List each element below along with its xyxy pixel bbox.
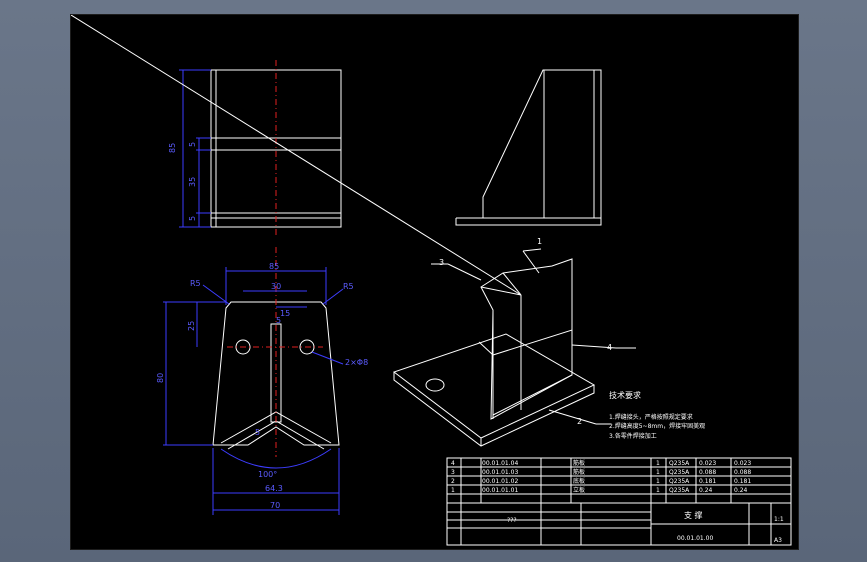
svg-text:00.01.01.01: 00.01.01.01 <box>482 487 518 494</box>
drawing-number: 00.01.01.00 <box>677 535 713 542</box>
svg-text:1: 1 <box>656 478 660 485</box>
svg-text:Q235A: Q235A <box>669 469 690 476</box>
title-block[interactable]: 4 00.01.01.04 筋板 1 Q235A 0.023 0.023 3 0… <box>446 457 792 546</box>
svg-text:0.023: 0.023 <box>734 460 751 467</box>
svg-text:立板: 立板 <box>573 486 585 494</box>
leader-1: 1 <box>537 237 542 246</box>
svg-text:0.023: 0.023 <box>699 460 716 467</box>
dim-slot: 5 <box>276 316 281 325</box>
dim-front-upper: 5 <box>188 142 197 147</box>
front-view-dimensions: 85 5 35 5 <box>168 69 211 228</box>
svg-text:Q235A: Q235A <box>669 487 690 494</box>
dim-angle: 100° <box>258 470 277 479</box>
dim-hole-offset: 15 <box>280 309 290 318</box>
svg-text:Q235A: Q235A <box>669 460 690 467</box>
svg-text:1: 1 <box>451 487 455 494</box>
side-view[interactable] <box>455 69 602 226</box>
dim-fillet-left: R5 <box>190 279 201 288</box>
technical-requirements: 技术要求 1.焊缝接头，严格按照规定要求 2.焊缝高度5~8mm，焊接牢固美观 … <box>609 390 705 440</box>
svg-text:4: 4 <box>451 460 455 467</box>
dim-fillet-right: R5 <box>343 282 354 291</box>
tech-item-2: 2.焊缝高度5~8mm，焊接牢固美观 <box>609 422 705 430</box>
svg-text:底板: 底板 <box>573 477 585 485</box>
plan-view[interactable] <box>212 247 340 457</box>
tech-item-3: 3.各零件焊接加工 <box>609 432 657 440</box>
dim-front-total: 85 <box>168 143 177 153</box>
svg-text:Q235A: Q235A <box>669 478 690 485</box>
svg-text:00.01.01.02: 00.01.01.02 <box>482 478 518 485</box>
dim-plan-height: 80 <box>156 373 165 383</box>
dim-front-mid: 35 <box>188 177 197 187</box>
svg-text:00.01.01.03: 00.01.01.03 <box>482 469 518 476</box>
leader-2: 2 <box>577 417 582 426</box>
dim-inner: 5 <box>255 428 260 437</box>
svg-text:2: 2 <box>451 478 455 485</box>
dim-plan-depth: 25 <box>187 321 196 331</box>
svg-text:筋板: 筋板 <box>573 468 585 476</box>
part-name: 支 撑 <box>684 510 703 520</box>
drawing-sheet[interactable]: 85 5 35 5 85 30 15 5 80 25 R5 R5 2×Φ8 10… <box>70 14 799 550</box>
svg-text:0.181: 0.181 <box>734 478 751 485</box>
leader-4: 4 <box>607 343 612 352</box>
svg-text:1: 1 <box>656 469 660 476</box>
dim-width-base: 70 <box>270 501 280 510</box>
svg-text:3: 3 <box>451 469 455 476</box>
dim-front-bottom: 5 <box>188 216 197 221</box>
dim-plan-inner: 30 <box>271 282 281 291</box>
svg-text:1: 1 <box>656 460 660 467</box>
sheet-size: A3 <box>774 537 782 544</box>
svg-text:00.01.01.04: 00.01.01.04 <box>482 460 518 467</box>
isometric-leaders: 1 2 3 4 <box>431 237 636 426</box>
leader-3: 3 <box>439 258 444 267</box>
svg-text:0.181: 0.181 <box>699 478 716 485</box>
dim-holes: 2×Φ8 <box>345 358 368 367</box>
svg-text:0.24: 0.24 <box>734 487 748 494</box>
svg-text:0.088: 0.088 <box>699 469 716 476</box>
cad-viewport[interactable]: 85 5 35 5 85 30 15 5 80 25 R5 R5 2×Φ8 10… <box>0 0 867 562</box>
tech-item-1: 1.焊缝接头，严格按照规定要求 <box>609 413 693 421</box>
drawing-canvas: 85 5 35 5 85 30 15 5 80 25 R5 R5 2×Φ8 10… <box>71 15 792 546</box>
svg-text:0.24: 0.24 <box>699 487 713 494</box>
front-view[interactable] <box>210 60 342 237</box>
dim-width-lower: 64.3 <box>265 484 283 493</box>
company-name: ??? <box>507 517 517 524</box>
tech-title: 技术要求 <box>609 390 641 400</box>
plan-view-dimensions: 85 30 15 5 80 25 R5 R5 2×Φ8 100° 5 64.3 … <box>156 262 368 515</box>
dim-plan-top: 85 <box>269 262 279 271</box>
scale: 1:1 <box>774 516 784 523</box>
svg-text:1: 1 <box>656 487 660 494</box>
svg-text:0.088: 0.088 <box>734 469 751 476</box>
svg-text:筋板: 筋板 <box>573 459 585 467</box>
